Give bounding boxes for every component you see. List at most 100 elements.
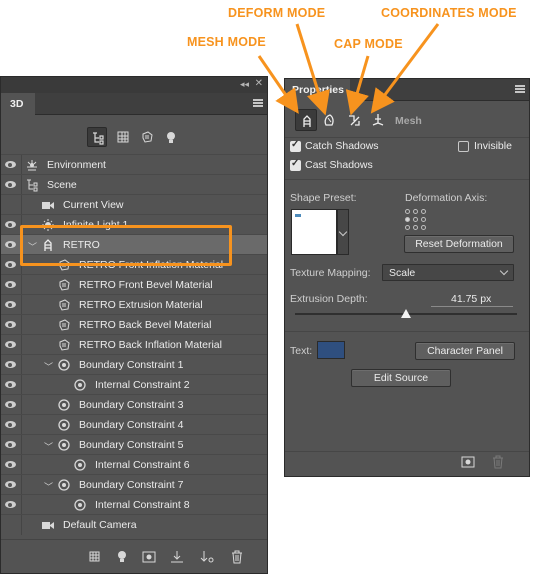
render-icon[interactable] [141, 549, 157, 565]
collapse-panel-button[interactable]: ◂◂ [240, 79, 249, 90]
deformation-axis-grid[interactable] [405, 209, 427, 231]
constraint-icon [74, 459, 86, 471]
shape-preset-thumbnail[interactable] [291, 209, 337, 255]
mesh-mode-button[interactable] [295, 109, 317, 131]
reset-deformation-button[interactable]: Reset Deformation [404, 235, 514, 253]
constraint-icon [58, 419, 70, 431]
tree-row-label: Internal Constraint 6 [95, 459, 190, 471]
slider-thumb[interactable] [401, 309, 411, 318]
visibility-eye-icon[interactable] [5, 481, 16, 488]
tree-row-default-camera[interactable]: Default Camera [1, 514, 267, 535]
edit-source-button[interactable]: Edit Source [351, 369, 451, 387]
text-label: Text: [290, 345, 313, 357]
properties-tabbar: Properties [285, 79, 529, 101]
tab-3d[interactable]: 3D [1, 93, 35, 115]
add-light-icon[interactable] [114, 549, 130, 565]
cap-mode-button[interactable] [343, 109, 365, 131]
tree-row-label: RETRO Back Bevel Material [79, 319, 212, 331]
text-color-swatch[interactable] [317, 341, 345, 359]
tree-row-label: Boundary Constraint 5 [79, 439, 184, 451]
tab-properties[interactable]: Properties [285, 79, 350, 101]
whole-scene-filter-button[interactable] [87, 127, 107, 147]
trash-icon[interactable] [229, 549, 245, 565]
close-panel-button[interactable]: ✕ [255, 78, 263, 89]
tree-row-current-view[interactable]: Current View [1, 194, 267, 215]
coordinates-mode-callout: COORDINATES MODE [381, 6, 517, 20]
texture-mapping-select[interactable]: Scale [382, 264, 514, 281]
panel-3d-tabbar: 3D [1, 93, 267, 115]
visibility-eye-icon[interactable] [5, 341, 16, 348]
constraint-icon [58, 399, 70, 411]
material-icon [59, 319, 70, 331]
new-constraint-icon[interactable] [199, 549, 215, 565]
constraint-icon [74, 379, 86, 391]
visibility-eye-icon[interactable] [5, 501, 16, 508]
tree-row-scene[interactable]: Scene [1, 174, 267, 195]
visibility-eye-icon[interactable] [5, 421, 16, 428]
tree-row-constraint[interactable]: ﹀ Boundary Constraint 5 [1, 434, 267, 455]
extrusion-depth-field[interactable]: 41.75 px [431, 292, 513, 307]
invisible-checkbox[interactable] [458, 141, 469, 152]
tree-row-constraint[interactable]: ﹀ Boundary Constraint 1 [1, 354, 267, 375]
tree-row-constraint[interactable]: Boundary Constraint 3 [1, 394, 267, 415]
lights-filter-button[interactable] [161, 127, 181, 147]
visibility-eye-icon[interactable] [5, 321, 16, 328]
constraint-icon [74, 499, 86, 511]
properties-menu-icon[interactable] [515, 85, 525, 93]
tree-row-constraint[interactable]: ﹀ Boundary Constraint 7 [1, 474, 267, 495]
visibility-eye-icon[interactable] [5, 361, 16, 368]
panel-3d: ◂◂ ✕ 3D Environment Scene Current View I… [0, 76, 268, 574]
visibility-eye-icon[interactable] [5, 381, 16, 388]
properties-footer [285, 450, 529, 476]
tree-row-constraint[interactable]: Internal Constraint 2 [1, 374, 267, 395]
material-icon [142, 131, 153, 143]
tree-row-material[interactable]: RETRO Front Bevel Material [1, 274, 267, 295]
visibility-eye-icon[interactable] [5, 301, 16, 308]
tree-row-label: Boundary Constraint 4 [79, 419, 184, 431]
tree-row-label: Default Camera [63, 519, 137, 531]
visibility-eye-icon[interactable] [5, 181, 16, 188]
chevron-down-icon[interactable]: ﹀ [44, 440, 53, 453]
tree-row-material[interactable]: RETRO Back Bevel Material [1, 314, 267, 335]
selection-highlight [20, 225, 232, 266]
chevron-down-icon[interactable]: ﹀ [44, 360, 53, 373]
drop-to-ground-icon[interactable] [169, 549, 185, 565]
meshes-filter-button[interactable] [113, 127, 133, 147]
tree-row-constraint[interactable]: Boundary Constraint 4 [1, 414, 267, 435]
chevron-down-icon[interactable]: ﹀ [44, 480, 53, 493]
constraint-icon [58, 479, 70, 491]
character-panel-button[interactable]: Character Panel [415, 342, 515, 360]
tree-row-constraint[interactable]: Internal Constraint 6 [1, 454, 267, 475]
visibility-eye-icon[interactable] [5, 221, 16, 228]
catch-shadows-label: Catch Shadows [305, 140, 379, 152]
visibility-eye-icon[interactable] [5, 441, 16, 448]
visibility-eye-icon[interactable] [5, 161, 16, 168]
deform-mode-button[interactable] [318, 109, 340, 131]
divider [285, 137, 529, 138]
cast-shadows-checkbox[interactable] [290, 158, 301, 171]
cap-mode-callout: CAP MODE [334, 37, 403, 51]
shape-preset-dropdown[interactable] [337, 209, 349, 255]
material-icon [59, 279, 70, 291]
tree-row-label: Internal Constraint 8 [95, 499, 190, 511]
visibility-eye-icon[interactable] [5, 461, 16, 468]
render-icon[interactable] [461, 455, 475, 469]
coordinates-icon [372, 114, 384, 126]
tree-row-constraint[interactable]: Internal Constraint 8 [1, 494, 267, 515]
trash-icon[interactable] [491, 455, 505, 469]
tree-row-label: Boundary Constraint 1 [79, 359, 184, 371]
properties-panel: Properties Mesh Catch Shadows Invisible … [284, 78, 530, 477]
tree-row-material[interactable]: RETRO Extrusion Material [1, 294, 267, 315]
visibility-eye-icon[interactable] [5, 261, 16, 268]
visibility-eye-icon[interactable] [5, 281, 16, 288]
tree-row-material[interactable]: RETRO Back Inflation Material [1, 334, 267, 355]
visibility-eye-icon[interactable] [5, 401, 16, 408]
panel-menu-icon[interactable] [253, 99, 263, 107]
visibility-eye-icon[interactable] [5, 241, 16, 248]
materials-filter-button[interactable] [137, 127, 157, 147]
catch-shadows-checkbox[interactable] [290, 139, 301, 152]
tree-row-label: Scene [47, 179, 77, 191]
tree-row-environment[interactable]: Environment [1, 154, 267, 175]
coordinates-mode-button[interactable] [367, 109, 389, 131]
add-mesh-icon[interactable] [87, 549, 103, 565]
